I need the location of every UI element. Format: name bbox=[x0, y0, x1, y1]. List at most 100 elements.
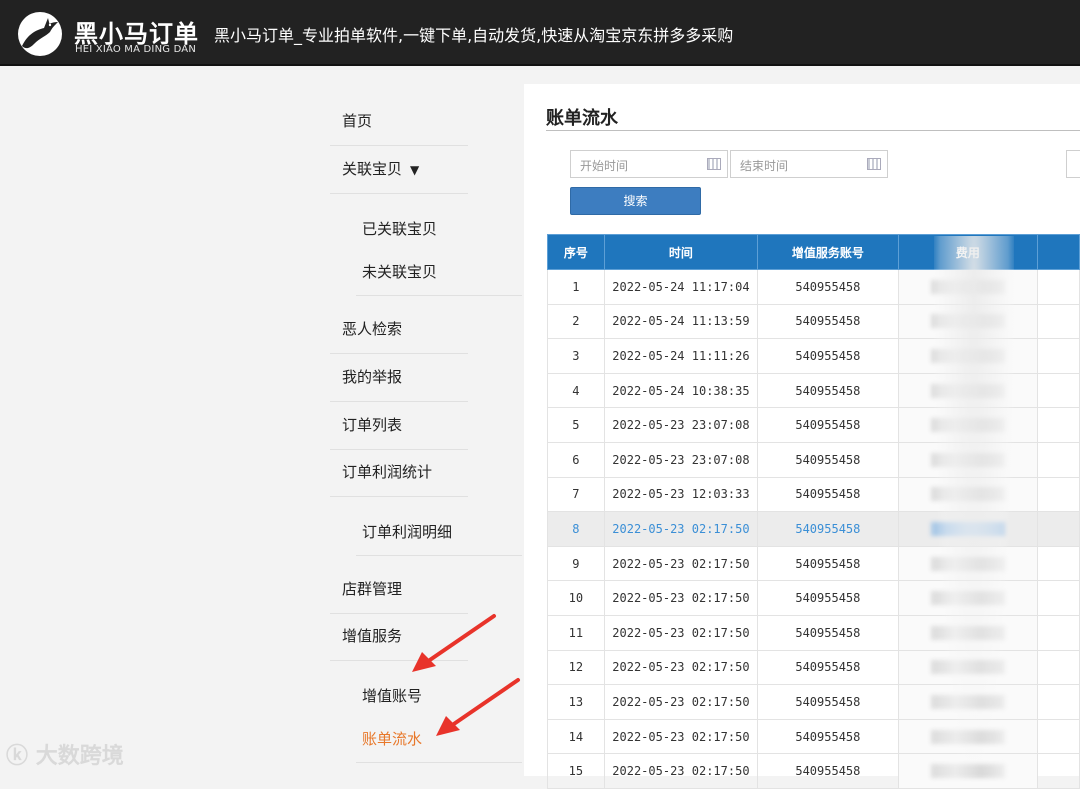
cell-fee bbox=[897, 753, 1039, 789]
divider bbox=[356, 295, 522, 296]
sidebar-item-bad-buyer-search[interactable]: 恶人检索 bbox=[330, 318, 468, 354]
redacted-value bbox=[930, 591, 1005, 606]
caret-down-icon: ▼ bbox=[410, 163, 420, 177]
cell-extra bbox=[1037, 684, 1080, 720]
cell-time: 2022-05-23 02:17:50 bbox=[603, 545, 759, 582]
redacted-value bbox=[930, 764, 1005, 779]
sidebar-item-order-list[interactable]: 订单列表 bbox=[330, 414, 468, 450]
cell-fee bbox=[897, 649, 1039, 686]
cell-time: 2022-05-23 02:17:50 bbox=[603, 649, 759, 686]
sidebar-item-profit-detail[interactable]: 订单利润明细 bbox=[356, 521, 522, 551]
table-row[interactable]: 14 2022-05-23 02:17:50 540955458 bbox=[547, 718, 1080, 755]
top-header: 黑小马订单 HEI XIAO MA DING DAN 黑小马订单_专业拍单软件,… bbox=[0, 0, 1080, 66]
cell-account: 540955458 bbox=[757, 372, 899, 409]
redacted-value bbox=[930, 418, 1005, 433]
cell-no: 8 bbox=[547, 511, 605, 547]
cell-time: 2022-05-23 02:17:50 bbox=[603, 511, 759, 547]
redacted-value bbox=[930, 348, 1005, 363]
calendar-icon[interactable] bbox=[707, 158, 721, 170]
sidebar-item-linked[interactable]: 已关联宝贝 bbox=[356, 218, 522, 248]
table-row[interactable]: 4 2022-05-24 10:38:35 540955458 bbox=[547, 372, 1080, 409]
cell-time: 2022-05-24 11:13:59 bbox=[603, 303, 759, 340]
calendar-icon[interactable] bbox=[867, 158, 881, 170]
cell-no: 9 bbox=[547, 545, 605, 582]
col-header-no[interactable]: 序号 bbox=[547, 234, 605, 270]
cell-extra bbox=[1037, 303, 1080, 340]
brand-logo[interactable]: 黑小马订单 HEI XIAO MA DING DAN bbox=[14, 10, 200, 58]
cell-no: 15 bbox=[547, 753, 605, 789]
table-row[interactable]: 7 2022-05-23 12:03:33 540955458 bbox=[547, 476, 1080, 513]
redacted-value bbox=[930, 660, 1005, 675]
cell-no: 3 bbox=[547, 338, 605, 374]
search-button[interactable]: 搜索 bbox=[570, 187, 701, 215]
cell-fee bbox=[897, 511, 1039, 547]
start-date-input[interactable]: 开始时间 bbox=[570, 150, 728, 178]
cell-fee bbox=[897, 269, 1039, 305]
table-row[interactable]: 8 2022-05-23 02:17:50 540955458 bbox=[547, 511, 1080, 547]
table-row[interactable]: 2 2022-05-24 11:13:59 540955458 bbox=[547, 303, 1080, 340]
cell-no: 12 bbox=[547, 649, 605, 686]
cell-account: 540955458 bbox=[757, 407, 899, 443]
table-header-row: 序号 时间 增值服务账号 费用 bbox=[547, 234, 1080, 270]
table-row[interactable]: 15 2022-05-23 02:17:50 540955458 bbox=[547, 753, 1080, 789]
cell-no: 2 bbox=[547, 303, 605, 340]
table-row[interactable]: 1 2022-05-24 11:17:04 540955458 bbox=[547, 269, 1080, 305]
cell-fee bbox=[897, 303, 1039, 340]
cell-extra bbox=[1037, 269, 1080, 305]
red-arrow-icon bbox=[436, 678, 520, 736]
cell-no: 1 bbox=[547, 269, 605, 305]
cell-fee bbox=[897, 614, 1039, 651]
cell-account: 540955458 bbox=[757, 614, 899, 651]
col-header-extra bbox=[1037, 234, 1080, 270]
cell-time: 2022-05-23 02:17:50 bbox=[603, 753, 759, 789]
cell-time: 2022-05-23 23:07:08 bbox=[603, 441, 759, 478]
cell-extra bbox=[1037, 476, 1080, 513]
cell-fee bbox=[897, 407, 1039, 443]
watermark-logo-icon: ⓚ bbox=[6, 744, 29, 769]
cell-fee bbox=[897, 580, 1039, 616]
col-header-account[interactable]: 增值服务账号 bbox=[757, 234, 899, 270]
cell-account: 540955458 bbox=[757, 580, 899, 616]
cell-time: 2022-05-23 02:17:50 bbox=[603, 684, 759, 720]
site-title: 黑小马订单_专业拍单软件,一键下单,自动发货,快速从淘宝京东拼多多采购 bbox=[214, 26, 734, 45]
redacted-value bbox=[930, 729, 1005, 744]
cell-extra bbox=[1037, 718, 1080, 755]
cell-no: 5 bbox=[547, 407, 605, 443]
sidebar-nav: 首页 关联宝贝 ▼ 已关联宝贝 未关联宝贝 恶人检索 我的举报 订单列表 订单利润… bbox=[0, 68, 522, 776]
cell-account: 540955458 bbox=[757, 753, 899, 789]
redacted-value bbox=[930, 694, 1005, 709]
redacted-value bbox=[930, 452, 1005, 467]
sidebar-item-linked-products[interactable]: 关联宝贝 ▼ bbox=[330, 158, 468, 194]
sidebar-item-profit-stats[interactable]: 订单利润统计 bbox=[330, 461, 468, 497]
cell-account: 540955458 bbox=[757, 649, 899, 686]
table-row[interactable]: 5 2022-05-23 23:07:08 540955458 bbox=[547, 407, 1080, 443]
cell-account: 540955458 bbox=[757, 441, 899, 478]
cell-extra bbox=[1037, 753, 1080, 789]
redacted-value bbox=[930, 556, 1005, 571]
cell-extra bbox=[1037, 372, 1080, 409]
table-row[interactable]: 13 2022-05-23 02:17:50 540955458 bbox=[547, 684, 1080, 720]
table-row[interactable]: 6 2022-05-23 23:07:08 540955458 bbox=[547, 441, 1080, 478]
table-row[interactable]: 3 2022-05-24 11:11:26 540955458 bbox=[547, 338, 1080, 374]
table-row[interactable]: 9 2022-05-23 02:17:50 540955458 bbox=[547, 545, 1080, 582]
col-header-fee[interactable]: 费用 bbox=[897, 234, 1039, 270]
cell-extra bbox=[1037, 338, 1080, 374]
cell-extra bbox=[1037, 511, 1080, 547]
divider bbox=[546, 130, 1080, 131]
table-row[interactable]: 12 2022-05-23 02:17:50 540955458 bbox=[547, 649, 1080, 686]
end-date-input[interactable]: 结束时间 bbox=[730, 150, 888, 178]
cell-fee bbox=[897, 372, 1039, 409]
sidebar-item-my-reports[interactable]: 我的举报 bbox=[330, 366, 468, 402]
cell-account: 540955458 bbox=[757, 476, 899, 513]
sidebar-item-unlinked[interactable]: 未关联宝贝 bbox=[356, 261, 522, 291]
col-header-time[interactable]: 时间 bbox=[603, 234, 759, 270]
divider bbox=[356, 762, 522, 763]
cell-account: 540955458 bbox=[757, 545, 899, 582]
cell-time: 2022-05-23 23:07:08 bbox=[603, 407, 759, 443]
cell-no: 10 bbox=[547, 580, 605, 616]
table-row[interactable]: 10 2022-05-23 02:17:50 540955458 bbox=[547, 580, 1080, 616]
table-row[interactable]: 11 2022-05-23 02:17:50 540955458 bbox=[547, 614, 1080, 651]
sidebar-item-home[interactable]: 首页 bbox=[330, 110, 468, 146]
cell-time: 2022-05-23 02:17:50 bbox=[603, 580, 759, 616]
filter-input[interactable] bbox=[1066, 150, 1080, 178]
